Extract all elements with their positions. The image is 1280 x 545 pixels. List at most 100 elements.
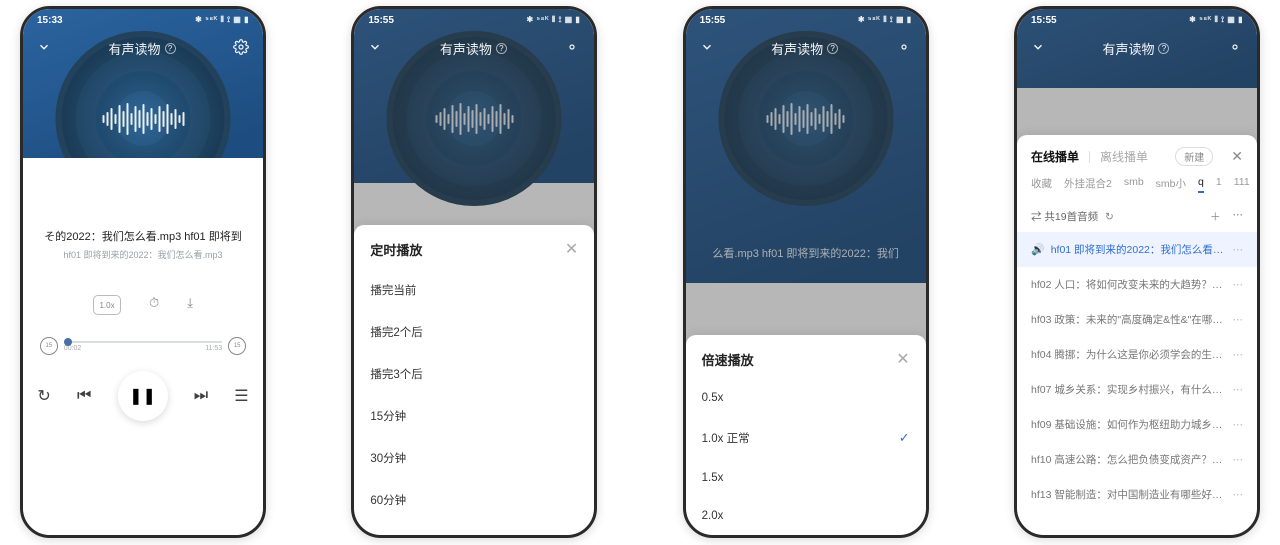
help-icon[interactable]: ? — [165, 43, 176, 54]
track-subtitle: hf01 即将到来的2022：我们怎么看.mp3 — [63, 248, 222, 261]
playlist-subtab[interactable]: q — [1198, 176, 1204, 193]
item-more-icon[interactable]: ⋯ — [1232, 384, 1243, 396]
timer-options: 播完当前播完2个后播完3个后15分钟30分钟60分钟取消定时 — [354, 269, 594, 535]
playlist-item[interactable]: hf02 人口：将如何改变未来的大趋势？…⋯ — [1017, 267, 1257, 302]
playlist-subtab[interactable]: 外挂混合2 — [1064, 176, 1112, 193]
speed-button[interactable]: 1.0x — [93, 295, 121, 315]
player-header: 有声读物? — [686, 31, 926, 65]
playlist-item[interactable]: 🔊hf01 即将到来的2022：我们怎么看…⋯ — [1017, 232, 1257, 267]
speed-option[interactable]: 2.0x — [686, 497, 926, 535]
repeat-icon[interactable]: ↻ — [37, 386, 50, 406]
more-icon[interactable]: ⋯ — [1232, 209, 1243, 224]
playlist-item[interactable]: hf03 政策：未来的"高度确定&性&"在哪…⋯ — [1017, 302, 1257, 337]
settings-icon[interactable] — [233, 39, 249, 58]
playlist-item[interactable]: hf09 基础设施：如何作为枢纽助力城乡…⋯ — [1017, 407, 1257, 442]
playlist-item[interactable]: hf07 城乡关系：实现乡村振兴，有什么…⋯ — [1017, 372, 1257, 407]
forward-15-icon[interactable]: 15 — [228, 337, 246, 355]
timer-option[interactable]: 播完2个后 — [354, 311, 594, 353]
item-more-icon[interactable]: ⋯ — [1232, 419, 1243, 431]
collapse-icon[interactable] — [368, 40, 382, 57]
sheet-title: 倍速播放 — [702, 350, 754, 369]
help-icon[interactable]: ? — [496, 43, 507, 54]
help-icon[interactable]: ? — [827, 43, 838, 54]
playlist-count: 共19首音频 — [1044, 211, 1098, 223]
shuffle-icon[interactable]: ⇄ — [1031, 211, 1042, 223]
phone-player: 15:33 ✱ ⁵⁸ᴷ ⫴ ⟟ ▦ ▮ 有声读物 ? そ的2022：我们怎么看. — [20, 6, 266, 538]
pause-button[interactable]: ❚❚ — [118, 371, 168, 421]
tab-divider — [1089, 151, 1090, 163]
item-more-icon[interactable]: ⋯ — [1232, 244, 1243, 256]
settings-icon[interactable] — [564, 39, 580, 58]
playlist-icon[interactable]: ☰ — [234, 386, 248, 406]
header-title: 有声读物 — [1102, 39, 1154, 58]
speed-option[interactable]: 1.0x 正常✓ — [686, 417, 926, 459]
status-time: 15:33 — [37, 15, 63, 26]
add-icon[interactable]: ＋ — [1210, 209, 1221, 224]
status-bar: 15:55 ✱ ⁵⁸ᴷ ⫴ ⟟ ▦ ▮ — [686, 9, 926, 31]
timer-sheet: 定时播放 ✕ 播完当前播完2个后播完3个后15分钟30分钟60分钟取消定时 — [354, 225, 594, 535]
timer-option[interactable]: 15分钟 — [354, 395, 594, 437]
collapse-icon[interactable] — [37, 40, 51, 57]
header-title: 有声读物 — [771, 39, 823, 58]
prev-track-icon[interactable]: ⏮ — [77, 387, 91, 405]
playlist-subtab[interactable]: 1 — [1216, 176, 1222, 193]
timer-option[interactable]: 30分钟 — [354, 437, 594, 479]
player-header: 有声读物 ? — [23, 31, 263, 65]
tab-online[interactable]: 在线播单 — [1031, 148, 1079, 165]
download-icon[interactable]: ⤓ — [187, 295, 193, 315]
tab-offline[interactable]: 离线播单 — [1100, 148, 1148, 165]
phone-playlist: 15:55 ✱ ⁵⁸ᴷ ⫴ ⟟ ▦ ▮ 有声读物? 在线播单 离线播单 新建 ✕… — [1014, 6, 1260, 538]
status-time: 15:55 — [700, 15, 726, 26]
playlist-item[interactable]: hf04 腾挪：为什么这是你必须学会的生…⋯ — [1017, 337, 1257, 372]
player-header: 有声读物? — [354, 31, 594, 65]
playlist-items: 🔊hf01 即将到来的2022：我们怎么看…⋯hf02 人口：将如何改变未来的大… — [1017, 232, 1257, 512]
speaker-icon: 🔊 — [1031, 243, 1045, 256]
item-more-icon[interactable]: ⋯ — [1232, 279, 1243, 291]
speed-option[interactable]: 1.5x — [686, 459, 926, 497]
waveform-icon — [88, 101, 198, 137]
header-title: 有声读物 — [440, 39, 492, 58]
speed-sheet: 倍速播放 ✕ 0.5x1.0x 正常✓1.5x2.0x — [686, 335, 926, 535]
item-more-icon[interactable]: ⋯ — [1232, 349, 1243, 361]
next-track-icon[interactable]: ⏭ — [194, 387, 208, 405]
item-more-icon[interactable]: ⋯ — [1232, 314, 1243, 326]
header-title: 有声读物 — [108, 39, 160, 58]
item-more-icon[interactable]: ⋯ — [1232, 489, 1243, 501]
rewind-15-icon[interactable]: 15 — [40, 337, 58, 355]
item-more-icon[interactable]: ⋯ — [1232, 454, 1243, 466]
check-icon: ✓ — [899, 430, 910, 446]
settings-icon[interactable] — [1227, 39, 1243, 58]
status-bar: 15:55 ✱ ⁵⁸ᴷ ⫴ ⟟ ▦ ▮ — [354, 9, 594, 31]
timer-option[interactable]: 60分钟 — [354, 479, 594, 521]
progress-row: 15 00:02 11:53 15 — [40, 337, 246, 355]
help-icon[interactable]: ? — [1158, 43, 1169, 54]
speed-options: 0.5x1.0x 正常✓1.5x2.0x — [686, 379, 926, 535]
progress-slider[interactable] — [64, 341, 222, 343]
status-time: 15:55 — [1031, 15, 1057, 26]
settings-icon[interactable] — [896, 39, 912, 58]
playlist-subtab[interactable]: 收藏 — [1031, 176, 1052, 193]
close-icon[interactable]: ✕ — [896, 349, 909, 369]
new-playlist-button[interactable]: 新建 — [1175, 147, 1213, 166]
refresh-icon[interactable]: ↻ — [1105, 211, 1114, 223]
timer-option[interactable]: 取消定时 — [354, 521, 594, 535]
close-icon[interactable]: ✕ — [1231, 148, 1243, 165]
sleep-timer-icon[interactable]: ⏱ — [149, 295, 159, 315]
collapse-icon[interactable] — [700, 40, 714, 57]
close-icon[interactable]: ✕ — [565, 239, 578, 259]
playlist-subtab[interactable]: 111 — [1234, 176, 1250, 193]
timer-option[interactable]: 播完3个后 — [354, 353, 594, 395]
status-bar: 15:55 ✱ ⁵⁸ᴷ ⫴ ⟟ ▦ ▮ — [1017, 9, 1257, 31]
playlist-item[interactable]: hf13 智能制造：对中国制造业有哪些好…⋯ — [1017, 477, 1257, 512]
sheet-title: 定时播放 — [370, 240, 422, 259]
phone-speed: 15:55 ✱ ⁵⁸ᴷ ⫴ ⟟ ▦ ▮ 有声读物? 么看.mp3 hf01 即将… — [683, 6, 929, 538]
time-total: 11:53 — [205, 345, 222, 352]
playlist-item[interactable]: hf10 高速公路：怎么把负债变成资产？…⋯ — [1017, 442, 1257, 477]
playlist-subtab[interactable]: smb — [1124, 176, 1144, 193]
collapse-icon[interactable] — [1031, 40, 1045, 57]
player-header: 有声读物? — [1017, 31, 1257, 65]
timer-option[interactable]: 播完当前 — [354, 269, 594, 311]
playlist-subtab[interactable]: smb小 — [1156, 176, 1186, 193]
speed-option[interactable]: 0.5x — [686, 379, 926, 417]
player-body: そ的2022：我们怎么看.mp3 hf01 即将到 hf01 即将到来的2022… — [23, 158, 263, 535]
